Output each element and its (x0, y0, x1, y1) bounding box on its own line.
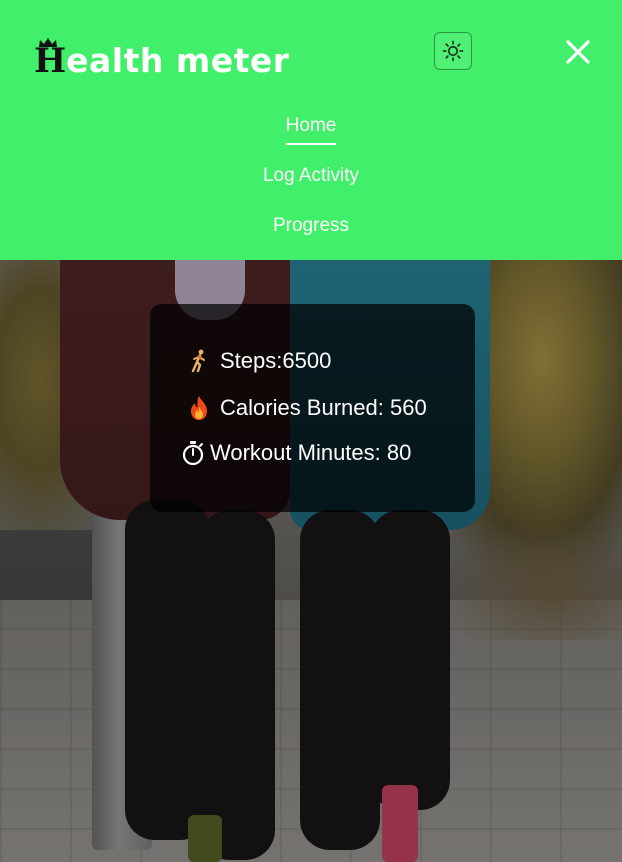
calories-label: Calories Burned: 560 (220, 395, 427, 420)
nav-item-log-activity[interactable]: Log Activity (0, 162, 622, 212)
workout-label: Workout Minutes: 80 (210, 440, 412, 465)
nav-item-progress[interactable]: Progress (0, 212, 622, 262)
stat-workout: Workout Minutes: 80 (180, 440, 411, 466)
runner-icon (186, 348, 212, 374)
steps-label: Steps:6500 (220, 348, 332, 373)
logo-text: ealth meter (66, 41, 290, 80)
stat-calories: Calories Burned: 560 (186, 395, 427, 421)
stopwatch-icon (180, 440, 206, 466)
header-nav-panel: H ealth meter Home Log Activity Progress (0, 0, 622, 260)
app-logo[interactable]: H ealth meter (34, 34, 290, 78)
main-nav: Home Log Activity Progress (0, 112, 622, 262)
sun-icon (442, 40, 464, 62)
logo-initial: H (34, 38, 66, 78)
close-menu-button[interactable] (562, 36, 594, 68)
nav-item-home[interactable]: Home (0, 112, 622, 162)
close-icon (566, 40, 590, 64)
stat-steps: Steps:6500 (186, 348, 331, 374)
stats-card: Steps:6500 Calories Burned: 560 Workout … (150, 304, 475, 512)
fire-icon (186, 395, 212, 421)
theme-toggle-button[interactable] (434, 32, 472, 70)
crown-icon (39, 38, 57, 47)
